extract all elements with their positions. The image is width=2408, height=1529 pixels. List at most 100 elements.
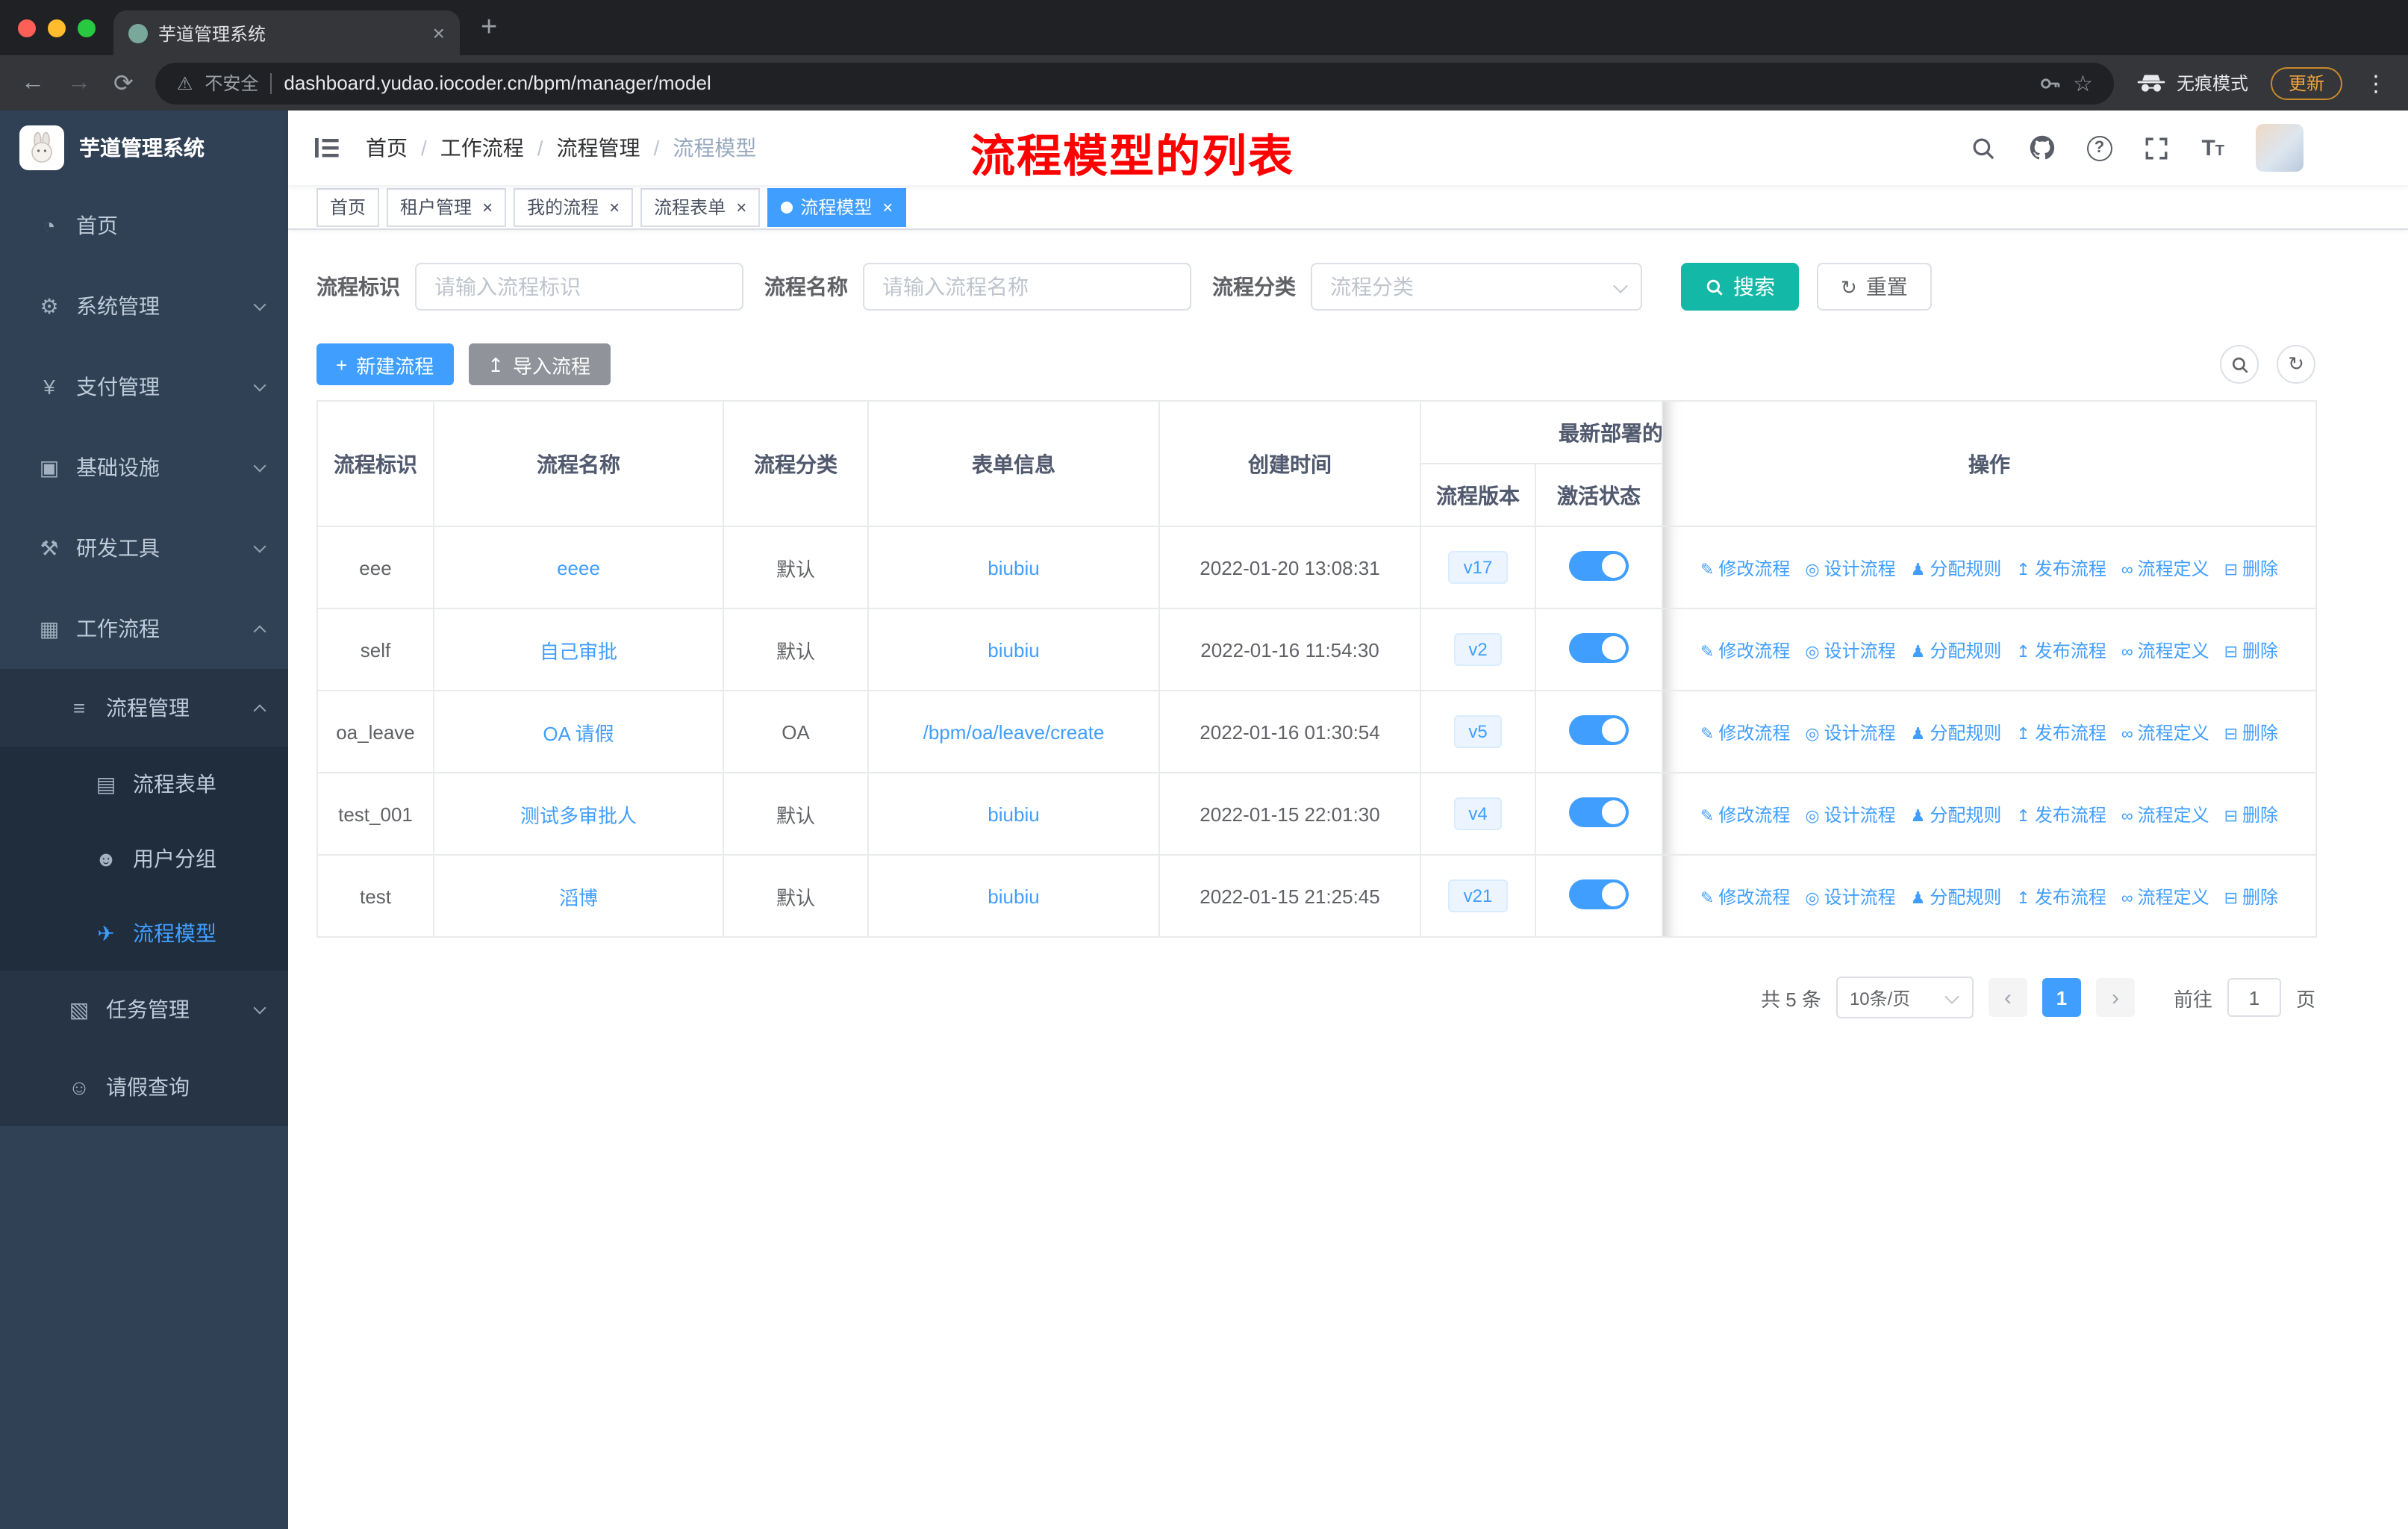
update-button[interactable]: 更新 [2270,66,2342,99]
row-action-definition[interactable]: ∞ 流程定义 [2121,883,2209,909]
category-select-input[interactable] [1311,263,1642,311]
reload-button[interactable]: ⟳ [113,68,134,98]
row-action-definition[interactable]: ∞ 流程定义 [2121,801,2209,826]
maximize-window-button[interactable] [78,19,96,37]
close-icon[interactable]: × [482,196,493,217]
form-info-link[interactable]: /bpm/oa/leave/create [923,720,1105,743]
close-icon[interactable]: × [609,196,620,217]
row-action-assign[interactable]: ♟ 分配规则 [1911,719,2002,744]
import-process-button[interactable]: ↥ 导入流程 [468,343,611,385]
tag-home[interactable]: 首页 [316,187,380,226]
process-name-link[interactable]: OA 请假 [543,722,614,744]
prev-page-button[interactable]: ‹ [1988,978,2027,1017]
row-action-assign[interactable]: ♟ 分配规则 [1911,555,2002,580]
row-action-design[interactable]: ◎ 设计流程 [1805,555,1895,580]
toggle-search-button[interactable] [2220,345,2259,384]
refresh-table-button[interactable]: ↻ [2277,345,2315,384]
tag-my-flow[interactable]: 我的流程 × [514,187,634,226]
form-info-link[interactable]: biubiu [988,885,1039,907]
tag-tenant[interactable]: 租户管理 × [387,187,507,226]
help-icon[interactable]: ? [2086,135,2112,161]
row-action-design[interactable]: ◎ 设计流程 [1805,637,1895,662]
row-action-definition[interactable]: ∞ 流程定义 [2121,555,2209,580]
row-action-edit[interactable]: ✎ 修改流程 [1700,719,1790,744]
sidebar-item-leave-query[interactable]: ☺ 请假查询 [0,1048,288,1126]
active-toggle[interactable] [1569,879,1629,909]
browser-menu-icon[interactable]: ⋮ [2365,69,2387,96]
current-page-button[interactable]: 1 [2042,978,2081,1017]
back-button[interactable]: ← [21,69,45,96]
page-size-select[interactable] [1835,977,1974,1018]
search-button[interactable]: 搜索 [1681,263,1799,311]
create-process-button[interactable]: + 新建流程 [316,343,454,385]
close-icon[interactable]: × [736,196,746,217]
form-info-link[interactable]: biubiu [988,638,1039,661]
close-icon[interactable]: × [882,196,893,217]
page-size-input[interactable] [1835,977,1974,1018]
row-action-delete[interactable]: ⊟ 删除 [2224,883,2278,909]
breadcrumb-item[interactable]: 工作流程 [440,133,524,163]
breadcrumb-item[interactable]: 首页 [366,133,408,163]
github-icon[interactable] [2028,134,2055,161]
row-action-assign[interactable]: ♟ 分配规则 [1911,801,2002,826]
row-action-publish[interactable]: ↥ 发布流程 [2016,719,2106,744]
row-action-definition[interactable]: ∞ 流程定义 [2121,637,2209,662]
tag-flow-model[interactable]: 流程模型 × [767,187,907,226]
process-name-link[interactable]: 滔博 [559,886,598,909]
sidebar-item-workflow[interactable]: ▦ 工作流程 [0,588,288,669]
sidebar-item-devtools[interactable]: ⚒ 研发工具 [0,508,288,588]
sidebar-item-task-manage[interactable]: ▧ 任务管理 [0,971,288,1048]
goto-page-input[interactable] [2227,978,2281,1017]
hamburger-icon[interactable] [312,133,342,163]
bookmark-star-icon[interactable]: ☆ [2073,69,2093,96]
search-icon[interactable] [1970,134,1997,161]
reset-button[interactable]: ↻ 重置 [1817,263,1932,311]
font-size-icon[interactable]: TT [2201,135,2224,161]
process-name-link[interactable]: 自己审批 [540,640,617,662]
sidebar-item-bpm-manage[interactable]: ≡ 流程管理 [0,669,288,747]
sidebar-item-system[interactable]: ⚙ 系统管理 [0,266,288,346]
row-action-assign[interactable]: ♟ 分配规则 [1911,883,2002,909]
row-action-edit[interactable]: ✎ 修改流程 [1700,555,1790,580]
new-tab-button[interactable]: + [481,11,497,44]
breadcrumb-item[interactable]: 流程管理 [557,133,640,163]
active-toggle[interactable] [1569,550,1629,580]
row-action-publish[interactable]: ↥ 发布流程 [2016,555,2106,580]
process-name-link[interactable]: eeee [557,556,600,579]
process-name-link[interactable]: 测试多审批人 [520,804,637,826]
category-select[interactable] [1311,263,1642,311]
fullscreen-icon[interactable] [2143,134,2170,161]
sidebar-item-infra[interactable]: ▣ 基础设施 [0,427,288,508]
row-action-definition[interactable]: ∞ 流程定义 [2121,719,2209,744]
active-toggle[interactable] [1569,714,1629,744]
row-action-delete[interactable]: ⊟ 删除 [2224,555,2278,580]
row-action-delete[interactable]: ⊟ 删除 [2224,801,2278,826]
close-window-button[interactable] [18,19,36,37]
sidebar-item-bpm-form[interactable]: ▤ 流程表单 [0,747,288,821]
user-avatar[interactable] [2256,124,2303,172]
process-name-input[interactable] [863,263,1191,311]
row-action-edit[interactable]: ✎ 修改流程 [1700,883,1790,909]
row-action-assign[interactable]: ♟ 分配规则 [1911,637,2002,662]
row-action-publish[interactable]: ↥ 发布流程 [2016,801,2106,826]
tag-flow-form[interactable]: 流程表单 × [640,187,761,226]
row-action-publish[interactable]: ↥ 发布流程 [2016,637,2106,662]
form-info-link[interactable]: biubiu [988,803,1039,825]
next-page-button[interactable]: › [2095,978,2135,1017]
row-action-design[interactable]: ◎ 设计流程 [1805,883,1895,909]
sidebar-item-payment[interactable]: ¥ 支付管理 [0,346,288,427]
form-info-link[interactable]: biubiu [988,556,1039,579]
sidebar-item-bpm-model[interactable]: ✈ 流程模型 [0,896,288,971]
browser-tab[interactable]: 芋道管理系统 × [113,10,460,55]
active-toggle[interactable] [1569,632,1629,662]
minimize-window-button[interactable] [48,19,66,37]
row-action-edit[interactable]: ✎ 修改流程 [1700,801,1790,826]
row-action-design[interactable]: ◎ 设计流程 [1805,801,1895,826]
process-id-input[interactable] [415,263,743,311]
row-action-delete[interactable]: ⊟ 删除 [2224,637,2278,662]
row-action-edit[interactable]: ✎ 修改流程 [1700,637,1790,662]
row-action-delete[interactable]: ⊟ 删除 [2224,719,2278,744]
active-toggle[interactable] [1569,797,1629,826]
sidebar-item-user-group[interactable]: ☻ 用户分组 [0,821,288,896]
forward-button[interactable]: → [67,69,91,96]
